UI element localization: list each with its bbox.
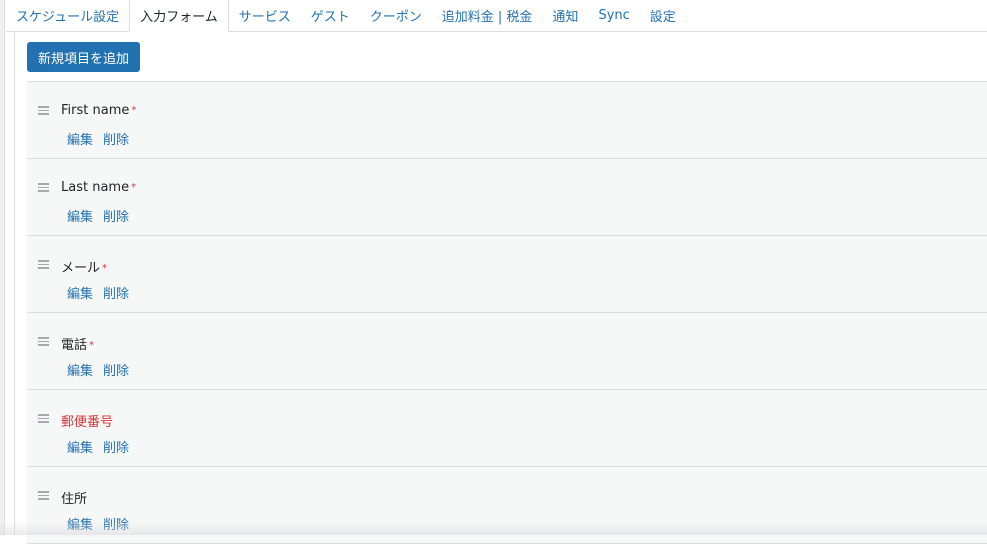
field-label: 電話* <box>61 334 94 353</box>
tab-settings[interactable]: 設定 <box>640 0 686 31</box>
field-label-text: メール <box>61 261 100 276</box>
field-label: 郵便番号 <box>61 411 113 430</box>
left-edge <box>0 0 5 535</box>
field-list: First name* 編集 削除 Last name* 編集 削除 メール* … <box>27 81 987 544</box>
row-actions: 編集 削除 <box>67 514 129 533</box>
drag-handle-icon[interactable] <box>38 260 49 269</box>
tab-coupons[interactable]: クーポン <box>360 0 432 31</box>
form-panel: 新規項目を追加 First name* 編集 削除 Last name* 編集 … <box>14 32 987 535</box>
field-row: メール* 編集 削除 <box>27 236 987 313</box>
row-actions: 編集 削除 <box>67 283 129 302</box>
tab-guests[interactable]: ゲスト <box>301 0 360 31</box>
tab-input-form[interactable]: 入力フォーム <box>129 0 229 32</box>
field-label-text: 電話 <box>61 338 87 353</box>
delete-link[interactable]: 削除 <box>103 129 129 148</box>
field-label: メール* <box>61 257 107 276</box>
edit-link[interactable]: 編集 <box>67 206 93 225</box>
field-label-text: First name <box>61 103 129 118</box>
drag-handle-icon[interactable] <box>38 414 49 423</box>
tab-sync[interactable]: Sync <box>588 0 639 31</box>
drag-handle-icon[interactable] <box>38 491 49 500</box>
delete-link[interactable]: 削除 <box>103 437 129 456</box>
edit-link[interactable]: 編集 <box>67 514 93 533</box>
drag-handle-icon[interactable] <box>38 337 49 346</box>
field-label-text: Last name <box>61 180 129 195</box>
edit-link[interactable]: 編集 <box>67 129 93 148</box>
tab-notifications[interactable]: 通知 <box>542 0 588 31</box>
required-mark: * <box>102 263 107 274</box>
required-mark: * <box>131 105 136 116</box>
delete-link[interactable]: 削除 <box>103 360 129 379</box>
row-actions: 編集 削除 <box>67 437 129 456</box>
tab-bar: スケジュール設定 入力フォーム サービス ゲスト クーポン 追加料金 | 税金 … <box>6 0 987 32</box>
tab-extra-charges-tax[interactable]: 追加料金 | 税金 <box>432 0 543 31</box>
field-label: 住所 <box>61 488 87 507</box>
field-row: 電話* 編集 削除 <box>27 313 987 390</box>
edit-link[interactable]: 編集 <box>67 283 93 302</box>
row-actions: 編集 削除 <box>67 129 129 148</box>
tab-services[interactable]: サービス <box>229 0 301 31</box>
drag-handle-icon[interactable] <box>38 183 49 192</box>
field-row: 住所 編集 削除 <box>27 467 987 544</box>
delete-link[interactable]: 削除 <box>103 514 129 533</box>
edit-link[interactable]: 編集 <box>67 360 93 379</box>
field-label-text: 住所 <box>61 492 87 507</box>
tab-schedule-settings[interactable]: スケジュール設定 <box>6 0 129 31</box>
delete-link[interactable]: 削除 <box>103 283 129 302</box>
row-actions: 編集 削除 <box>67 206 129 225</box>
delete-link[interactable]: 削除 <box>103 206 129 225</box>
field-label: First name* <box>61 103 136 118</box>
field-label: Last name* <box>61 180 136 195</box>
field-row: 郵便番号 編集 削除 <box>27 390 987 467</box>
field-row: Last name* 編集 削除 <box>27 159 987 236</box>
required-mark: * <box>89 340 94 351</box>
field-row: First name* 編集 削除 <box>27 82 987 159</box>
required-mark: * <box>131 182 136 193</box>
row-actions: 編集 削除 <box>67 360 129 379</box>
add-new-field-button[interactable]: 新規項目を追加 <box>27 42 140 72</box>
field-label-text: 郵便番号 <box>61 415 113 430</box>
edit-link[interactable]: 編集 <box>67 437 93 456</box>
drag-handle-icon[interactable] <box>38 106 49 115</box>
